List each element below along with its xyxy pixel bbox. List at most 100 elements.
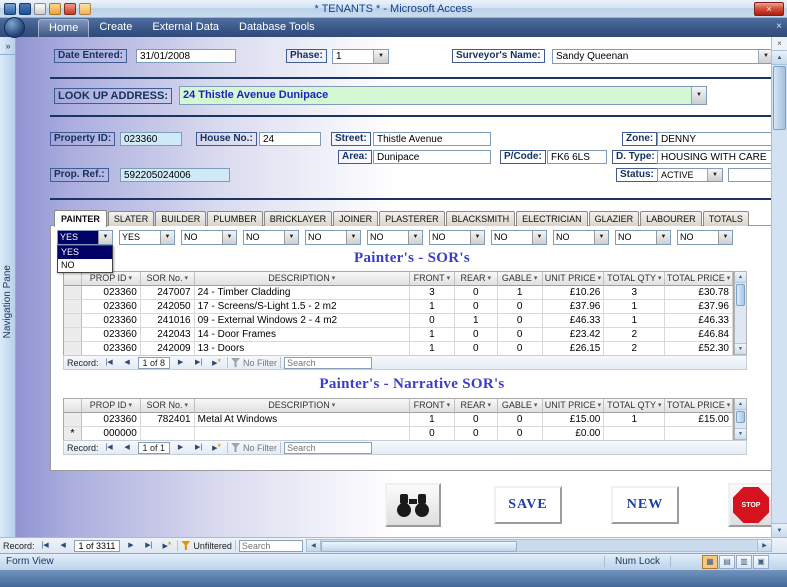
combo-dropdown-icon[interactable]: ▼ [718,231,732,244]
ribbon-tab-create[interactable]: Create [89,18,142,37]
filter-icon[interactable] [231,358,240,367]
status-extra-box[interactable] [728,168,771,182]
trade-tab-plasterer[interactable]: PLASTERER [379,211,445,226]
property-id-input[interactable] [120,132,182,146]
surveyor-combo[interactable]: Sandy Queenan ▼ [552,49,771,64]
new-record-button[interactable]: ▶* [209,442,224,453]
surveyor-dropdown-icon[interactable]: ▼ [758,50,771,63]
datasheet-view-icon[interactable]: ▤ [719,555,735,569]
trade-flag-combo-6[interactable]: NO▼ [367,230,423,245]
trade-tab-blacksmith[interactable]: BLACKSMITH [446,211,516,226]
first-record-button[interactable]: |◀ [38,540,53,551]
combo-dropdown-icon[interactable]: ▼ [98,231,112,244]
trade-flag-combo-8[interactable]: NO▼ [491,230,547,245]
combo-dropdown-icon[interactable]: ▼ [346,231,360,244]
trade-flag-combo-9[interactable]: NO▼ [553,230,609,245]
combo-dropdown-icon[interactable]: ▼ [408,231,422,244]
close-form-icon[interactable]: × [772,37,787,51]
layout-view-icon[interactable]: ▥ [736,555,752,569]
column-header-total-price[interactable]: TOTAL PRICE▾ [665,272,733,286]
trade-tab-builder[interactable]: BUILDER [155,211,206,226]
combo-dropdown-icon[interactable]: ▼ [160,231,174,244]
scroll-left-icon[interactable]: ◀ [306,539,321,552]
save-button[interactable]: SAVE [494,486,562,524]
status-combo[interactable]: ACTIVE ▼ [657,168,723,182]
date-entered-input[interactable] [136,49,236,63]
lookup-address-combo[interactable]: 24 Thistle Avenue Dunipace ▼ [179,86,707,105]
scroll-down-icon[interactable]: ▼ [735,343,746,354]
row-selector[interactable] [64,342,82,356]
spreadsheet-icon[interactable] [49,3,61,15]
column-header-unit-price[interactable]: UNIT PRICE▾ [543,272,605,286]
scrollbar-thumb[interactable] [736,284,745,306]
row-selector[interactable] [64,300,82,314]
find-button[interactable] [385,483,441,527]
vertical-scrollbar-thumb[interactable] [773,66,786,130]
previous-record-button[interactable]: ◀ [120,357,135,368]
column-header-front[interactable]: FRONT▾ [410,399,455,413]
ribbon-tab-home[interactable]: Home [38,19,89,37]
column-header-total-price[interactable]: TOTAL PRICE▾ [665,399,733,413]
dropdown-option-no[interactable]: NO [58,259,112,272]
trade-tab-labourer[interactable]: LABOURER [640,211,702,226]
close-database-window-icon[interactable]: × [776,21,782,33]
design-view-icon[interactable]: ▣ [753,555,769,569]
next-record-button[interactable]: ▶ [123,540,138,551]
next-record-button[interactable]: ▶ [173,357,188,368]
form-view-icon[interactable]: ▦ [702,555,718,569]
ribbon-tab-external-data[interactable]: External Data [142,18,229,37]
trade-tab-slater[interactable]: SLATER [108,211,154,226]
new-record-button[interactable]: ▶* [209,357,224,368]
navigation-pane-collapsed[interactable]: » Navigation Pane [0,37,16,537]
new-record-button[interactable]: ▶* [159,540,174,551]
last-record-button[interactable]: ▶| [191,442,206,453]
table-row[interactable]: 02336024205017 - Screens/S-Light 1.5 - 2… [64,300,733,314]
trade-tab-plumber[interactable]: PLUMBER [207,211,263,226]
trade-tab-painter[interactable]: PAINTER [54,210,107,227]
column-header-rear[interactable]: REAR▾ [455,272,498,286]
delete-icon[interactable] [64,3,76,15]
phase-dropdown-icon[interactable]: ▼ [373,50,388,63]
trade-flag-combo-1[interactable]: YES▼ [57,230,113,245]
table-row[interactable]: 02336024700724 - Timber Cladding301£10.2… [64,286,733,300]
scroll-up-icon[interactable]: ▲ [735,272,746,283]
office-button[interactable] [4,17,25,38]
trade-tab-glazier[interactable]: GLAZIER [589,211,640,226]
combo-dropdown-icon[interactable]: ▼ [470,231,484,244]
filter-icon[interactable] [231,443,240,452]
combo-dropdown-icon[interactable]: ▼ [656,231,670,244]
table-row[interactable]: 023360782401Metal At Windows100£15.001£1… [64,413,733,427]
column-header-gable[interactable]: GABLE▾ [498,272,543,286]
table-row[interactable]: 02336024204314 - Door Frames100£23.422£4… [64,328,733,342]
first-record-button[interactable]: |◀ [102,357,117,368]
column-header-description[interactable]: DESCRIPTION▾ [195,272,410,286]
phase-combo[interactable]: 1 ▼ [332,49,389,64]
sor-table-scrollbar[interactable]: ▲ ▼ [734,271,747,355]
horizontal-scrollbar-thumb[interactable] [321,541,517,552]
record-search-input[interactable] [284,357,372,369]
last-record-button[interactable]: ▶| [141,540,156,551]
scroll-down-icon[interactable]: ▼ [772,523,787,537]
pcode-input[interactable] [547,150,607,164]
record-search-input[interactable] [239,540,303,552]
row-selector[interactable] [64,286,82,300]
area-input[interactable] [373,150,491,164]
new-button[interactable]: NEW [611,486,679,524]
zone-input[interactable] [657,132,771,146]
trade-flag-combo-10[interactable]: NO▼ [615,230,671,245]
ribbon-tab-database-tools[interactable]: Database Tools [229,18,325,37]
street-input[interactable] [373,132,491,146]
narrative-table-scrollbar[interactable]: ▲ ▼ [734,398,747,440]
trade-flag-combo-5[interactable]: NO▼ [305,230,361,245]
column-header-sor-no[interactable]: SOR No.▾ [141,272,195,286]
scroll-right-icon[interactable]: ▶ [757,539,772,552]
lookup-dropdown-icon[interactable]: ▼ [691,87,706,104]
select-all-cell[interactable] [64,272,82,286]
horizontal-scrollbar-track[interactable] [321,539,757,552]
previous-record-button[interactable]: ◀ [56,540,71,551]
status-dropdown-icon[interactable]: ▼ [707,169,722,181]
scroll-up-icon[interactable]: ▲ [735,399,746,410]
combo-dropdown-icon[interactable]: ▼ [594,231,608,244]
row-selector[interactable] [64,314,82,328]
trade-flag-combo-4[interactable]: NO▼ [243,230,299,245]
